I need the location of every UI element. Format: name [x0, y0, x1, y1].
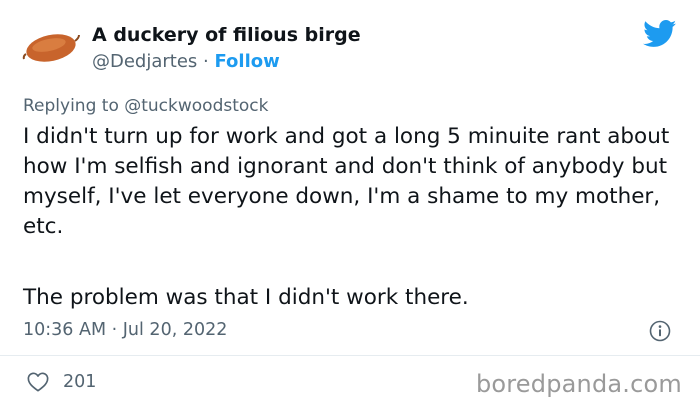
twitter-bird-icon[interactable] [643, 20, 677, 48]
handle-separator: · [197, 51, 215, 72]
heart-icon[interactable] [27, 371, 49, 393]
info-icon[interactable] [649, 320, 671, 342]
boredpanda-watermark: boredpanda.com [475, 370, 682, 398]
tweet-text-paragraph-1: I didn't turn up for work and got a long… [23, 124, 670, 239]
like-count[interactable]: 201 [63, 372, 96, 392]
replying-to[interactable]: Replying to @tuckwoodstock [23, 96, 269, 116]
author-display-name[interactable]: A duckery of filious birge [92, 24, 361, 46]
divider [0, 355, 700, 356]
tweet-card: A duckery of filious birge @Dedjartes · … [0, 0, 700, 410]
sweet-potato-avatar[interactable] [22, 23, 80, 71]
author-handle-row: @Dedjartes · Follow [92, 51, 280, 72]
follow-button[interactable]: Follow [214, 51, 279, 72]
tweet-text-paragraph-2: The problem was that I didn't work there… [23, 285, 469, 310]
author-handle[interactable]: @Dedjartes [92, 51, 197, 72]
tweet-timestamp[interactable]: 10:36 AM · Jul 20, 2022 [23, 320, 227, 340]
